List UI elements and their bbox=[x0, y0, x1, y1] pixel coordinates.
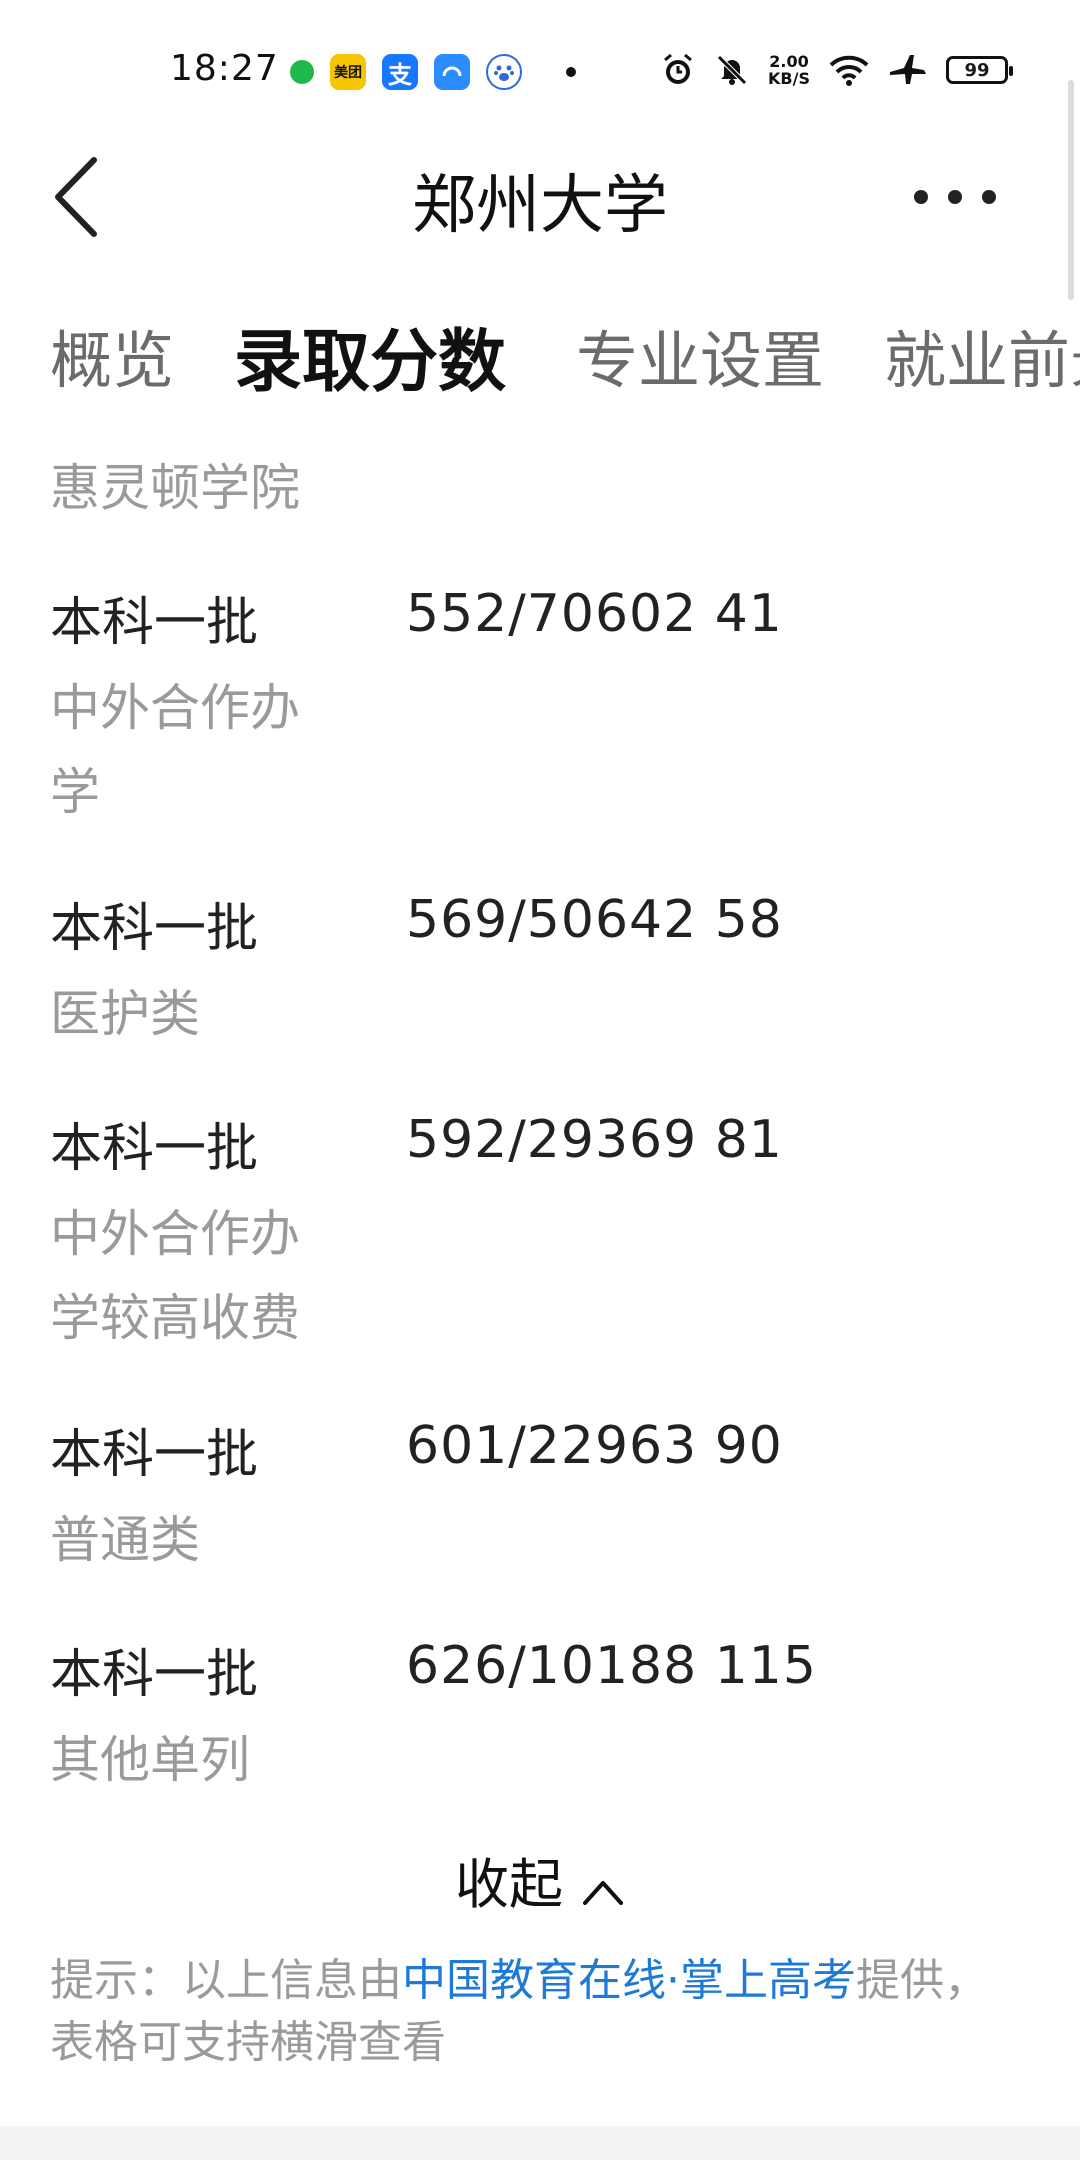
status-time: 18:27 bbox=[170, 48, 279, 89]
alarm-icon bbox=[664, 53, 692, 84]
score-value: 601/22963 90 bbox=[406, 1416, 783, 1476]
source-hint: 提示：以上信息由中国教育在线·掌上高考提供，表格可支持横滑查看 bbox=[50, 1950, 990, 2074]
tab-bar: 概览 录取分数 专业设置 就业前景 bbox=[0, 290, 1080, 400]
status-bar: 18:27 美团 支 2.00 KB/S 99 bbox=[0, 0, 1080, 150]
category-label: 其他单列 bbox=[50, 1731, 250, 1789]
tab-overview[interactable]: 概览 bbox=[50, 310, 174, 400]
wifi-icon bbox=[829, 55, 869, 86]
category-label: 中外合作办学较高收费 bbox=[50, 1205, 300, 1347]
wechat-icon bbox=[290, 60, 314, 84]
more-dot-icon bbox=[982, 190, 996, 204]
collapse-button[interactable]: 收起 bbox=[0, 1840, 1080, 1920]
notification-icons: 美团 支 bbox=[290, 54, 576, 90]
airplane-mode-icon bbox=[890, 55, 926, 84]
more-notifications-dot bbox=[566, 67, 576, 77]
title-bar: 郑州大学 bbox=[0, 140, 1080, 250]
batch-label: 本科一批 bbox=[50, 593, 259, 653]
hint-prefix: 提示：以上信息由 bbox=[50, 1955, 402, 2006]
more-options-button[interactable] bbox=[886, 182, 996, 212]
tab-employment[interactable]: 就业前景 bbox=[884, 310, 1080, 400]
network-speed: 2.00 KB/S bbox=[768, 52, 810, 88]
tab-admission-scores[interactable]: 录取分数 bbox=[234, 306, 506, 400]
battery-indicator: 99 bbox=[946, 56, 1013, 84]
score-value: 626/10188 115 bbox=[406, 1636, 817, 1696]
more-dot-icon bbox=[948, 190, 962, 204]
category-label-partial: 惠灵顿学院 bbox=[50, 459, 300, 517]
more-dot-icon bbox=[914, 190, 928, 204]
score-value: 552/70602 41 bbox=[406, 584, 783, 644]
tab-majors[interactable]: 专业设置 bbox=[576, 310, 824, 400]
batch-label: 本科一批 bbox=[50, 1119, 259, 1179]
source-link[interactable]: 中国教育在线·掌上高考 bbox=[402, 1955, 856, 2006]
batch-label: 本科一批 bbox=[50, 1425, 259, 1485]
app-notification-icon bbox=[434, 54, 470, 90]
bottom-divider bbox=[0, 2126, 1080, 2160]
collapse-label: 收起 bbox=[455, 1853, 563, 1916]
system-icons: 2.00 KB/S 99 bbox=[660, 52, 1013, 88]
alipay-icon: 支 bbox=[382, 54, 418, 90]
category-label: 普通类 bbox=[50, 1511, 200, 1569]
baidu-icon bbox=[486, 54, 522, 90]
mute-icon bbox=[717, 55, 747, 85]
batch-label: 本科一批 bbox=[50, 899, 259, 959]
score-value: 592/29369 81 bbox=[406, 1110, 783, 1170]
batch-label: 本科一批 bbox=[50, 1645, 259, 1705]
chevron-up-icon bbox=[581, 1857, 625, 1920]
category-label: 中外合作办学 bbox=[50, 679, 300, 821]
category-label: 医护类 bbox=[50, 985, 200, 1043]
meituan-icon: 美团 bbox=[330, 54, 366, 90]
score-value: 569/50642 58 bbox=[406, 890, 783, 950]
